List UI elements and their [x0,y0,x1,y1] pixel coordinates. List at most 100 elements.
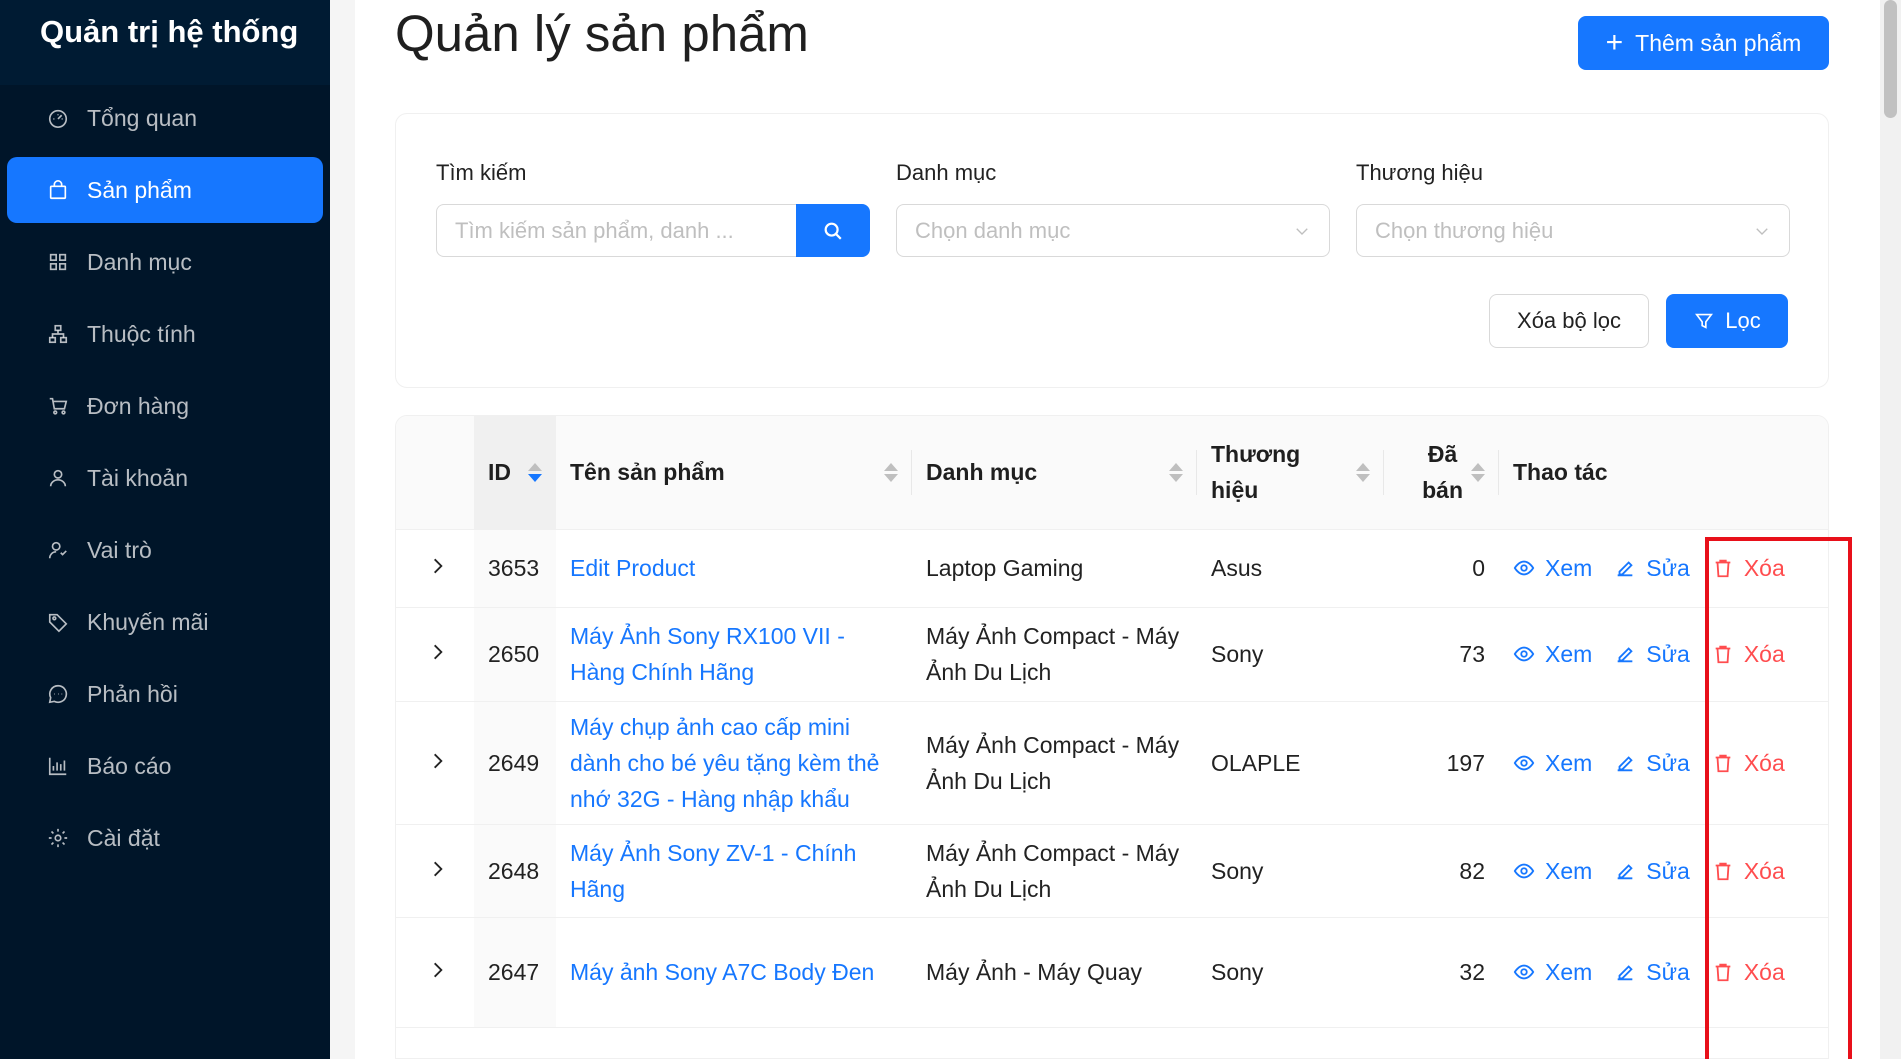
sidebar-nav: Tổng quan Sản phẩm Danh mục Thuộc tính Đ… [0,85,330,871]
column-header-id[interactable]: ID [474,416,556,530]
column-header-brand[interactable]: Thương hiệu [1197,416,1384,530]
search-label: Tìm kiếm [436,160,527,185]
category-select[interactable]: Chọn danh mục [896,204,1330,257]
sidebar-item-settings[interactable]: Cài đặt [7,805,323,871]
page-scrollbar[interactable] [1880,0,1901,1059]
eye-icon [1513,755,1535,770]
product-name-link[interactable]: Edit Product [570,555,695,581]
sidebar-item-label: Danh mục [87,248,192,275]
expand-row-icon[interactable] [428,550,448,574]
brand-select[interactable]: Chọn thương hiệu [1356,204,1790,257]
edit-button[interactable]: Sửa [1614,954,1690,990]
eye-icon [1513,646,1535,662]
cell-sold: 0 [1384,529,1499,608]
grid-icon [45,249,71,275]
clear-filter-button[interactable]: Xóa bộ lọc [1489,294,1649,348]
sidebar-item-reports[interactable]: Báo cáo [7,733,323,799]
column-title: Thương hiệu [1211,441,1301,504]
search-input[interactable] [436,204,796,257]
filter-panel: Tìm kiếm Danh mục Thương hiệu Chọn danh … [395,113,1829,388]
apply-filter-button[interactable]: Lọc [1666,294,1788,348]
sidebar-item-products[interactable]: Sản phẩm [7,157,323,223]
product-name-link[interactable]: Máy ảnh Sony A7C Body Đen [570,959,874,985]
sidebar-item-feedback[interactable]: Phản hồi [7,661,323,727]
sidebar-item-label: Tài khoản [87,464,189,491]
table-row[interactable]: 2648 Máy Ảnh Sony ZV-1 - Chính Hãng Máy … [396,824,1828,918]
edit-label: Sửa [1646,641,1690,667]
sidebar-item-roles[interactable]: Vai trò [7,517,323,583]
cart-icon [45,393,71,419]
sort-icon[interactable] [884,462,898,482]
table-row[interactable]: 2649 Máy chụp ảnh cao cấp mini dành cho … [396,701,1828,825]
eye-icon [1513,964,1535,980]
edit-button[interactable]: Sửa [1614,853,1690,889]
view-button[interactable]: Xem [1513,954,1592,990]
delete-button[interactable]: Xóa [1712,550,1785,586]
sidebar-item-attributes[interactable]: Thuộc tính [7,301,323,367]
sort-icon[interactable] [1471,462,1485,482]
cell-category: Máy Ảnh Compact - Máy Ảnh Du Lịch [912,701,1197,825]
cell-category: Máy Ảnh Compact - Máy Ảnh Du Lịch [912,607,1197,702]
delete-button[interactable]: Xóa [1712,954,1785,990]
column-header-name[interactable]: Tên sản phẩm [556,416,912,530]
cell-actions: Xem Sửa Xóa [1499,824,1828,918]
dashboard-icon [45,105,71,131]
cell-id: 3653 [474,529,556,608]
table-row[interactable]: 2650 Máy Ảnh Sony RX100 VII - Hàng Chính… [396,607,1828,702]
sort-icon[interactable] [528,462,542,482]
view-button[interactable]: Xem [1513,636,1592,672]
trash-icon [1715,862,1731,880]
view-button[interactable]: Xem [1513,745,1592,781]
delete-label: Xóa [1743,857,1785,884]
trash-icon [1715,754,1731,772]
cell-actions: Xem Sửa Xóa [1499,917,1828,1028]
add-product-button[interactable]: + Thêm sản phẩm [1578,16,1829,70]
search-icon [824,222,842,240]
search-button[interactable] [796,204,870,257]
trash-icon [1715,963,1731,982]
column-header-category[interactable]: Danh mục [912,416,1197,530]
delete-button[interactable]: Xóa [1712,745,1785,781]
expand-row-icon[interactable] [428,853,448,876]
product-name-link[interactable]: Máy Ảnh Sony ZV-1 - Chính Hãng [570,840,856,902]
sidebar-item-accounts[interactable]: Tài khoản [7,445,323,511]
add-product-label: Thêm sản phẩm [1635,29,1802,56]
bar-chart-icon [45,753,71,779]
expand-row-icon[interactable] [428,954,448,978]
product-name-link[interactable]: Máy Ảnh Sony RX100 VII - Hàng Chính Hãng [570,623,845,685]
cell-actions: Xem Sửa Xóa [1499,607,1828,702]
delete-button[interactable]: Xóa [1712,636,1785,672]
expand-row-icon[interactable] [428,636,448,660]
edit-button[interactable]: Sửa [1614,745,1690,781]
view-label: Xem [1545,641,1593,667]
category-label: Danh mục [896,160,997,185]
sidebar-item-orders[interactable]: Đơn hàng [7,373,323,439]
plus-icon: + [1605,26,1624,59]
tag-icon [45,609,71,635]
column-title: Danh mục [926,459,1038,486]
main-content: Quản lý sản phẩm + Thêm sản phẩm Tìm kiế… [355,0,1880,1059]
edit-button[interactable]: Sửa [1614,550,1690,586]
view-button[interactable]: Xem [1513,853,1592,889]
cell-name: Máy chụp ảnh cao cấp mini dành cho bé yê… [556,701,912,825]
table-row[interactable]: 3653 Edit Product Laptop Gaming Asus 0 X… [396,529,1828,608]
edit-label: Sửa [1646,555,1690,581]
sort-icon[interactable] [1169,462,1183,482]
sort-icon[interactable] [1356,462,1370,482]
cell-id: 2649 [474,701,556,825]
scrollbar-thumb[interactable] [1884,0,1897,118]
column-header-sold[interactable]: Đã bán [1384,416,1499,530]
brand-label: Thương hiệu [1356,160,1484,185]
sidebar-item-promotions[interactable]: Khuyến mãi [7,589,323,655]
cell-name: Edit Product [556,529,912,608]
delete-label: Xóa [1743,641,1785,667]
expand-row-icon[interactable] [428,745,448,768]
sidebar-item-categories[interactable]: Danh mục [7,229,323,295]
edit-icon [1617,647,1634,663]
view-button[interactable]: Xem [1513,550,1592,586]
edit-button[interactable]: Sửa [1614,636,1690,672]
delete-button[interactable]: Xóa [1712,853,1785,889]
sidebar-item-overview[interactable]: Tổng quan [7,85,323,151]
product-name-link[interactable]: Máy chụp ảnh cao cấp mini dành cho bé yê… [570,714,879,812]
table-row[interactable]: 2647 Máy ảnh Sony A7C Body Đen Máy Ảnh -… [396,917,1828,1028]
